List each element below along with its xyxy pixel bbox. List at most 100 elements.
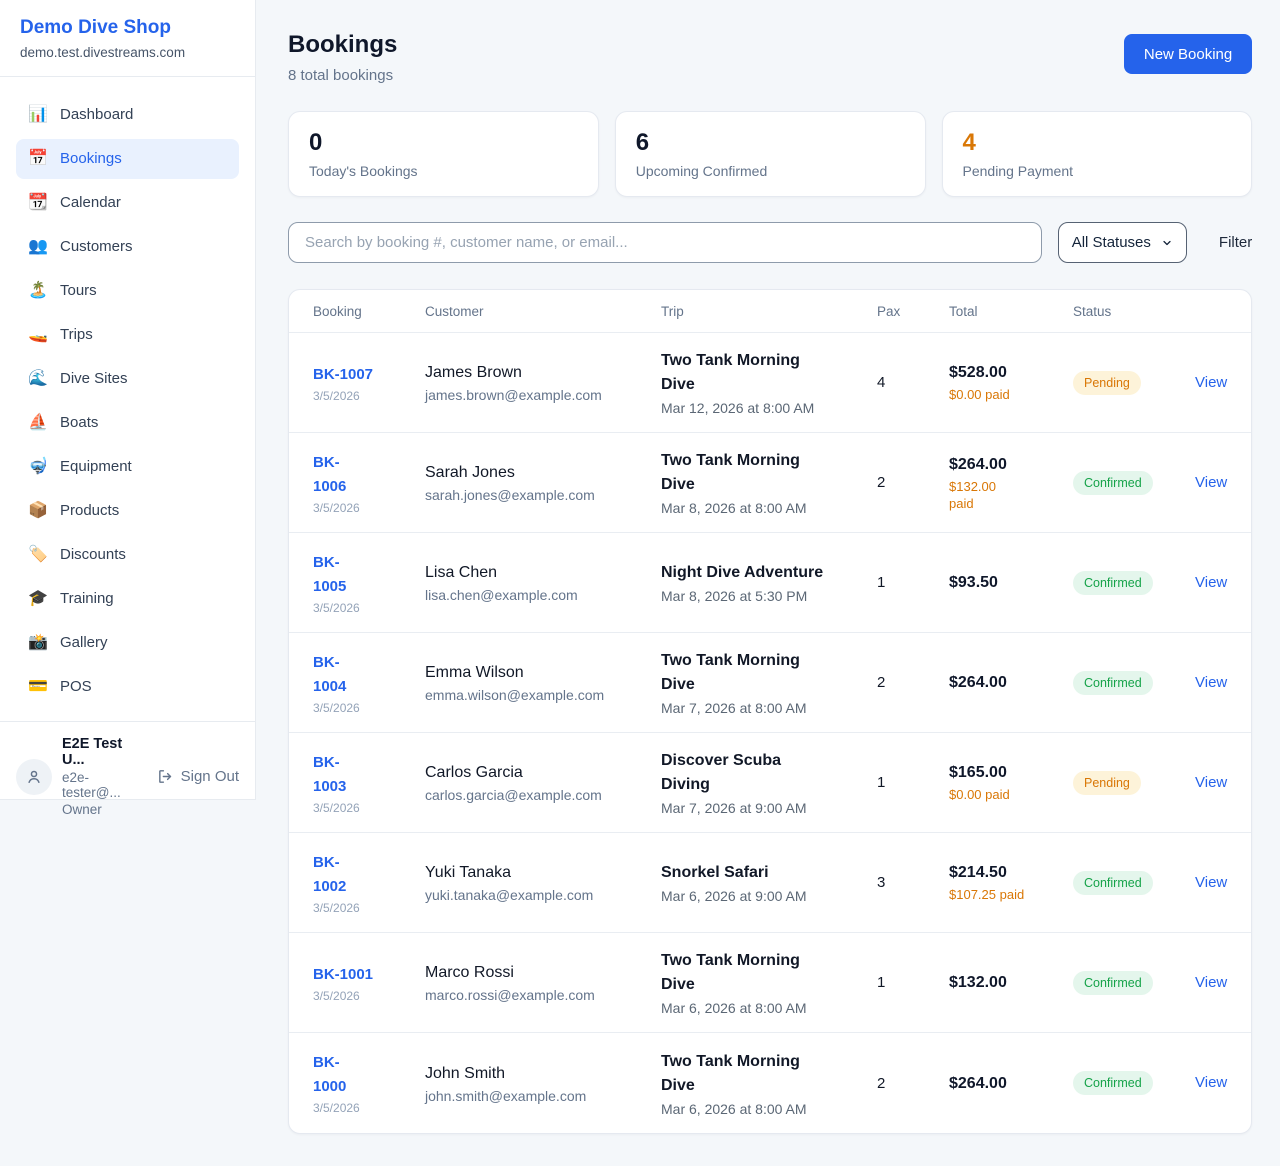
paid-amount: $132.00 paid bbox=[949, 478, 1073, 512]
sidebar-item-equipment[interactable]: 🤿 Equipment bbox=[16, 447, 239, 487]
customer-name: James Brown bbox=[425, 362, 661, 383]
booking-link[interactable]: BK- 1006 bbox=[313, 451, 346, 499]
sidebar-item-boats[interactable]: ⛵ Boats bbox=[16, 403, 239, 443]
booking-date: 3/5/2026 bbox=[313, 501, 425, 515]
sidebar-nav: 📊 Dashboard 📅 Bookings 📆 Calendar 👥 Cust… bbox=[0, 77, 255, 717]
sidebar-item-gallery[interactable]: 📸 Gallery bbox=[16, 623, 239, 663]
booking-date: 3/5/2026 bbox=[313, 989, 425, 1003]
booking-date: 3/5/2026 bbox=[313, 901, 425, 915]
status-cell: Confirmed bbox=[1073, 471, 1195, 495]
sidebar-item-discounts[interactable]: 🏷️ Discounts bbox=[16, 535, 239, 575]
sidebar-item-pos[interactable]: 💳 POS bbox=[16, 667, 239, 707]
sidebar-item-trips[interactable]: 🚤 Trips bbox=[16, 315, 239, 355]
user-email: e2e-tester@... bbox=[62, 770, 147, 800]
customer-name: John Smith bbox=[425, 1063, 661, 1084]
booking-link[interactable]: BK- 1005 bbox=[313, 551, 346, 599]
sign-out-button[interactable]: Sign Out bbox=[157, 768, 239, 785]
table-row: BK- 1002 3/5/2026 Yuki Tanaka yuki.tanak… bbox=[289, 833, 1251, 933]
view-link[interactable]: View bbox=[1195, 574, 1227, 591]
tear-off-calendar-icon: 📆 bbox=[28, 193, 48, 213]
sidebar-item-bookings[interactable]: 📅 Bookings bbox=[16, 139, 239, 179]
total-cell: $528.00 $0.00 paid bbox=[949, 362, 1073, 403]
view-link[interactable]: View bbox=[1195, 974, 1227, 991]
status-select[interactable]: All Statuses bbox=[1058, 222, 1187, 263]
stat-value: 4 bbox=[963, 129, 1232, 157]
stats-row: 0 Today's Bookings 6 Upcoming Confirmed … bbox=[288, 111, 1252, 197]
column-header: Booking bbox=[313, 304, 425, 319]
view-link[interactable]: View bbox=[1195, 1074, 1227, 1091]
booking-date: 3/5/2026 bbox=[313, 701, 425, 715]
graduation-cap-icon: 🎓 bbox=[28, 589, 48, 609]
sidebar-item-calendar[interactable]: 📆 Calendar bbox=[16, 183, 239, 223]
total-amount: $528.00 bbox=[949, 362, 1073, 383]
trip-cell: Two Tank Morning Dive Mar 7, 2026 at 8:0… bbox=[661, 649, 877, 716]
status-cell: Pending bbox=[1073, 371, 1195, 395]
bar-chart-icon: 📊 bbox=[28, 105, 48, 125]
stat-card: 6 Upcoming Confirmed bbox=[615, 111, 926, 197]
total-cell: $264.00 bbox=[949, 1073, 1073, 1094]
sidebar-item-products[interactable]: 📦 Products bbox=[16, 491, 239, 531]
trip-name: Two Tank Morning Dive bbox=[661, 649, 837, 697]
pax-cell: 1 bbox=[877, 974, 949, 991]
sidebar-item-customers[interactable]: 👥 Customers bbox=[16, 227, 239, 267]
user-role: Owner bbox=[62, 802, 147, 817]
trip-datetime: Mar 12, 2026 at 8:00 AM bbox=[661, 400, 837, 416]
diving-mask-icon: 🤿 bbox=[28, 457, 48, 477]
paid-amount: $107.25 paid bbox=[949, 886, 1073, 903]
sailboat-icon: ⛵ bbox=[28, 413, 48, 433]
new-booking-button[interactable]: New Booking bbox=[1124, 34, 1252, 74]
booking-link[interactable]: BK-1001 bbox=[313, 963, 373, 987]
total-amount: $132.00 bbox=[949, 972, 1073, 993]
status-badge: Confirmed bbox=[1073, 871, 1153, 895]
booking-date: 3/5/2026 bbox=[313, 801, 425, 815]
column-header-actions bbox=[1195, 304, 1227, 319]
booking-link[interactable]: BK- 1004 bbox=[313, 651, 346, 699]
status-badge: Confirmed bbox=[1073, 671, 1153, 695]
sidebar-item-label: Customers bbox=[60, 237, 133, 257]
search-input[interactable] bbox=[288, 222, 1042, 263]
page-title: Bookings bbox=[288, 30, 397, 60]
status-badge: Confirmed bbox=[1073, 1071, 1153, 1095]
status-cell: Confirmed bbox=[1073, 971, 1195, 995]
total-amount: $264.00 bbox=[949, 454, 1073, 475]
view-link[interactable]: View bbox=[1195, 674, 1227, 691]
sign-out-label: Sign Out bbox=[181, 768, 239, 785]
credit-card-icon: 💳 bbox=[28, 677, 48, 697]
view-link[interactable]: View bbox=[1195, 774, 1227, 791]
view-link[interactable]: View bbox=[1195, 474, 1227, 491]
booking-link[interactable]: BK- 1002 bbox=[313, 851, 346, 899]
view-link[interactable]: View bbox=[1195, 874, 1227, 891]
booking-link[interactable]: BK- 1003 bbox=[313, 751, 346, 799]
sidebar-item-dive-sites[interactable]: 🌊 Dive Sites bbox=[16, 359, 239, 399]
sidebar-item-label: Equipment bbox=[60, 457, 132, 477]
customer-name: Lisa Chen bbox=[425, 562, 661, 583]
column-header: Trip bbox=[661, 304, 877, 319]
booking-link[interactable]: BK-1007 bbox=[313, 363, 373, 387]
customer-name: Carlos Garcia bbox=[425, 762, 661, 783]
user-meta: E2E Test U... e2e-tester@... Owner bbox=[62, 736, 147, 817]
status-badge: Confirmed bbox=[1073, 471, 1153, 495]
stat-value: 0 bbox=[309, 129, 578, 157]
pax-cell: 1 bbox=[877, 774, 949, 791]
sidebar-item-training[interactable]: 🎓 Training bbox=[16, 579, 239, 619]
filter-button[interactable]: Filter bbox=[1219, 234, 1252, 251]
wave-icon: 🌊 bbox=[28, 369, 48, 389]
status-cell: Pending bbox=[1073, 771, 1195, 795]
sidebar-item-label: Dive Sites bbox=[60, 369, 128, 389]
sidebar-item-label: Boats bbox=[60, 413, 98, 433]
status-cell: Confirmed bbox=[1073, 1071, 1195, 1095]
table-row: BK- 1000 3/5/2026 John Smith john.smith@… bbox=[289, 1033, 1251, 1133]
actions-cell: View bbox=[1195, 474, 1227, 492]
booking-date: 3/5/2026 bbox=[313, 389, 425, 403]
sidebar-item-tours[interactable]: 🏝️ Tours bbox=[16, 271, 239, 311]
stat-label: Pending Payment bbox=[963, 163, 1232, 179]
user-box: E2E Test U... e2e-tester@... Owner Sign … bbox=[0, 721, 255, 831]
view-link[interactable]: View bbox=[1195, 374, 1227, 391]
total-amount: $165.00 bbox=[949, 762, 1073, 783]
sidebar-item-dashboard[interactable]: 📊 Dashboard bbox=[16, 95, 239, 135]
label-icon: 🏷️ bbox=[28, 545, 48, 565]
trip-cell: Two Tank Morning Dive Mar 6, 2026 at 8:0… bbox=[661, 949, 877, 1016]
page-subtitle: 8 total bookings bbox=[288, 67, 397, 84]
chevron-down-icon bbox=[1161, 237, 1173, 249]
booking-link[interactable]: BK- 1000 bbox=[313, 1051, 346, 1099]
